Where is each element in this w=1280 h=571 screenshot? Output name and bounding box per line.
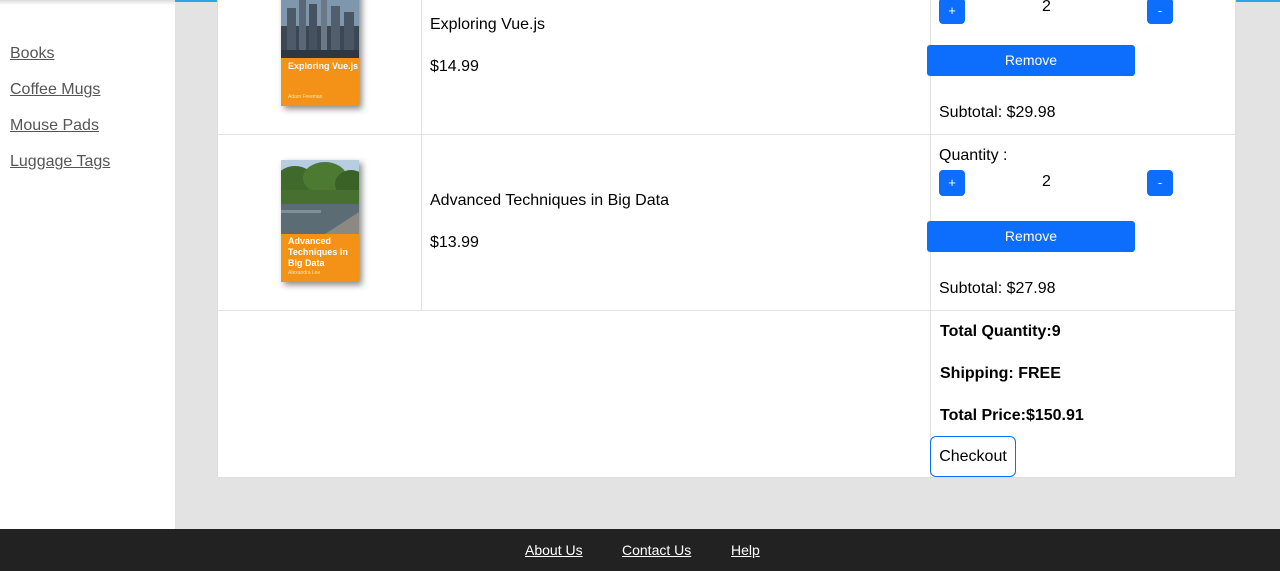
footer-link-help[interactable]: Help (731, 542, 760, 558)
total-price: Total Price:$150.91 (940, 407, 1084, 424)
item-subtotal: Subtotal: $29.98 (939, 104, 1056, 121)
sidebar-item-luggage-tags[interactable]: Luggage Tags (10, 153, 110, 171)
cover-author: Alexandra Lee (288, 270, 321, 276)
increase-quantity-button[interactable]: + (939, 170, 965, 196)
footer: About Us Contact Us Help (0, 529, 1280, 571)
footer-link-about-us[interactable]: About Us (525, 542, 583, 558)
cover-title: Advanced Techniques in Big Data (288, 236, 348, 268)
decrease-quantity-button[interactable]: - (1147, 0, 1173, 24)
increase-quantity-button[interactable]: + (939, 0, 965, 24)
quantity-value: 2 (1042, 0, 1051, 15)
cover-author: Adam Freeman (288, 94, 323, 100)
product-title: Advanced Techniques in Big Data (430, 192, 669, 209)
sidebar-item-books[interactable]: Books (10, 45, 54, 63)
decrease-quantity-button[interactable]: - (1147, 170, 1173, 196)
sidebar-item-coffee-mugs[interactable]: Coffee Mugs (10, 81, 100, 99)
remove-button[interactable]: Remove (927, 45, 1135, 76)
product-price: $14.99 (430, 58, 479, 75)
cover-title: Exploring Vue.js (288, 61, 359, 71)
river-photo (281, 160, 359, 234)
item-subtotal: Subtotal: $27.98 (939, 280, 1056, 297)
quantity-label: Quantity : (939, 147, 1008, 164)
shipping-info: Shipping: FREE (940, 365, 1061, 382)
quantity-value: 2 (1042, 173, 1051, 190)
footer-link-contact-us[interactable]: Contact Us (622, 542, 691, 558)
sidebar: Books Coffee Mugs Mouse Pads Luggage Tag… (0, 0, 175, 529)
product-title: Exploring Vue.js (430, 16, 546, 33)
total-quantity: Total Quantity:9 (940, 323, 1061, 340)
city-photo (281, 0, 359, 58)
product-price: $13.99 (430, 234, 479, 251)
book-cover-image[interactable]: Advanced Techniques in Big Data Alexandr… (281, 160, 359, 282)
checkout-button[interactable]: Checkout (930, 436, 1016, 477)
row-divider (218, 134, 1235, 135)
row-divider (218, 310, 1235, 311)
sidebar-item-mouse-pads[interactable]: Mouse Pads (10, 117, 99, 135)
sidebar-shadow (0, 0, 175, 5)
column-divider (421, 0, 422, 311)
book-cover-image[interactable]: Exploring Vue.js Adam Freeman (281, 0, 359, 106)
remove-button[interactable]: Remove (927, 221, 1135, 252)
